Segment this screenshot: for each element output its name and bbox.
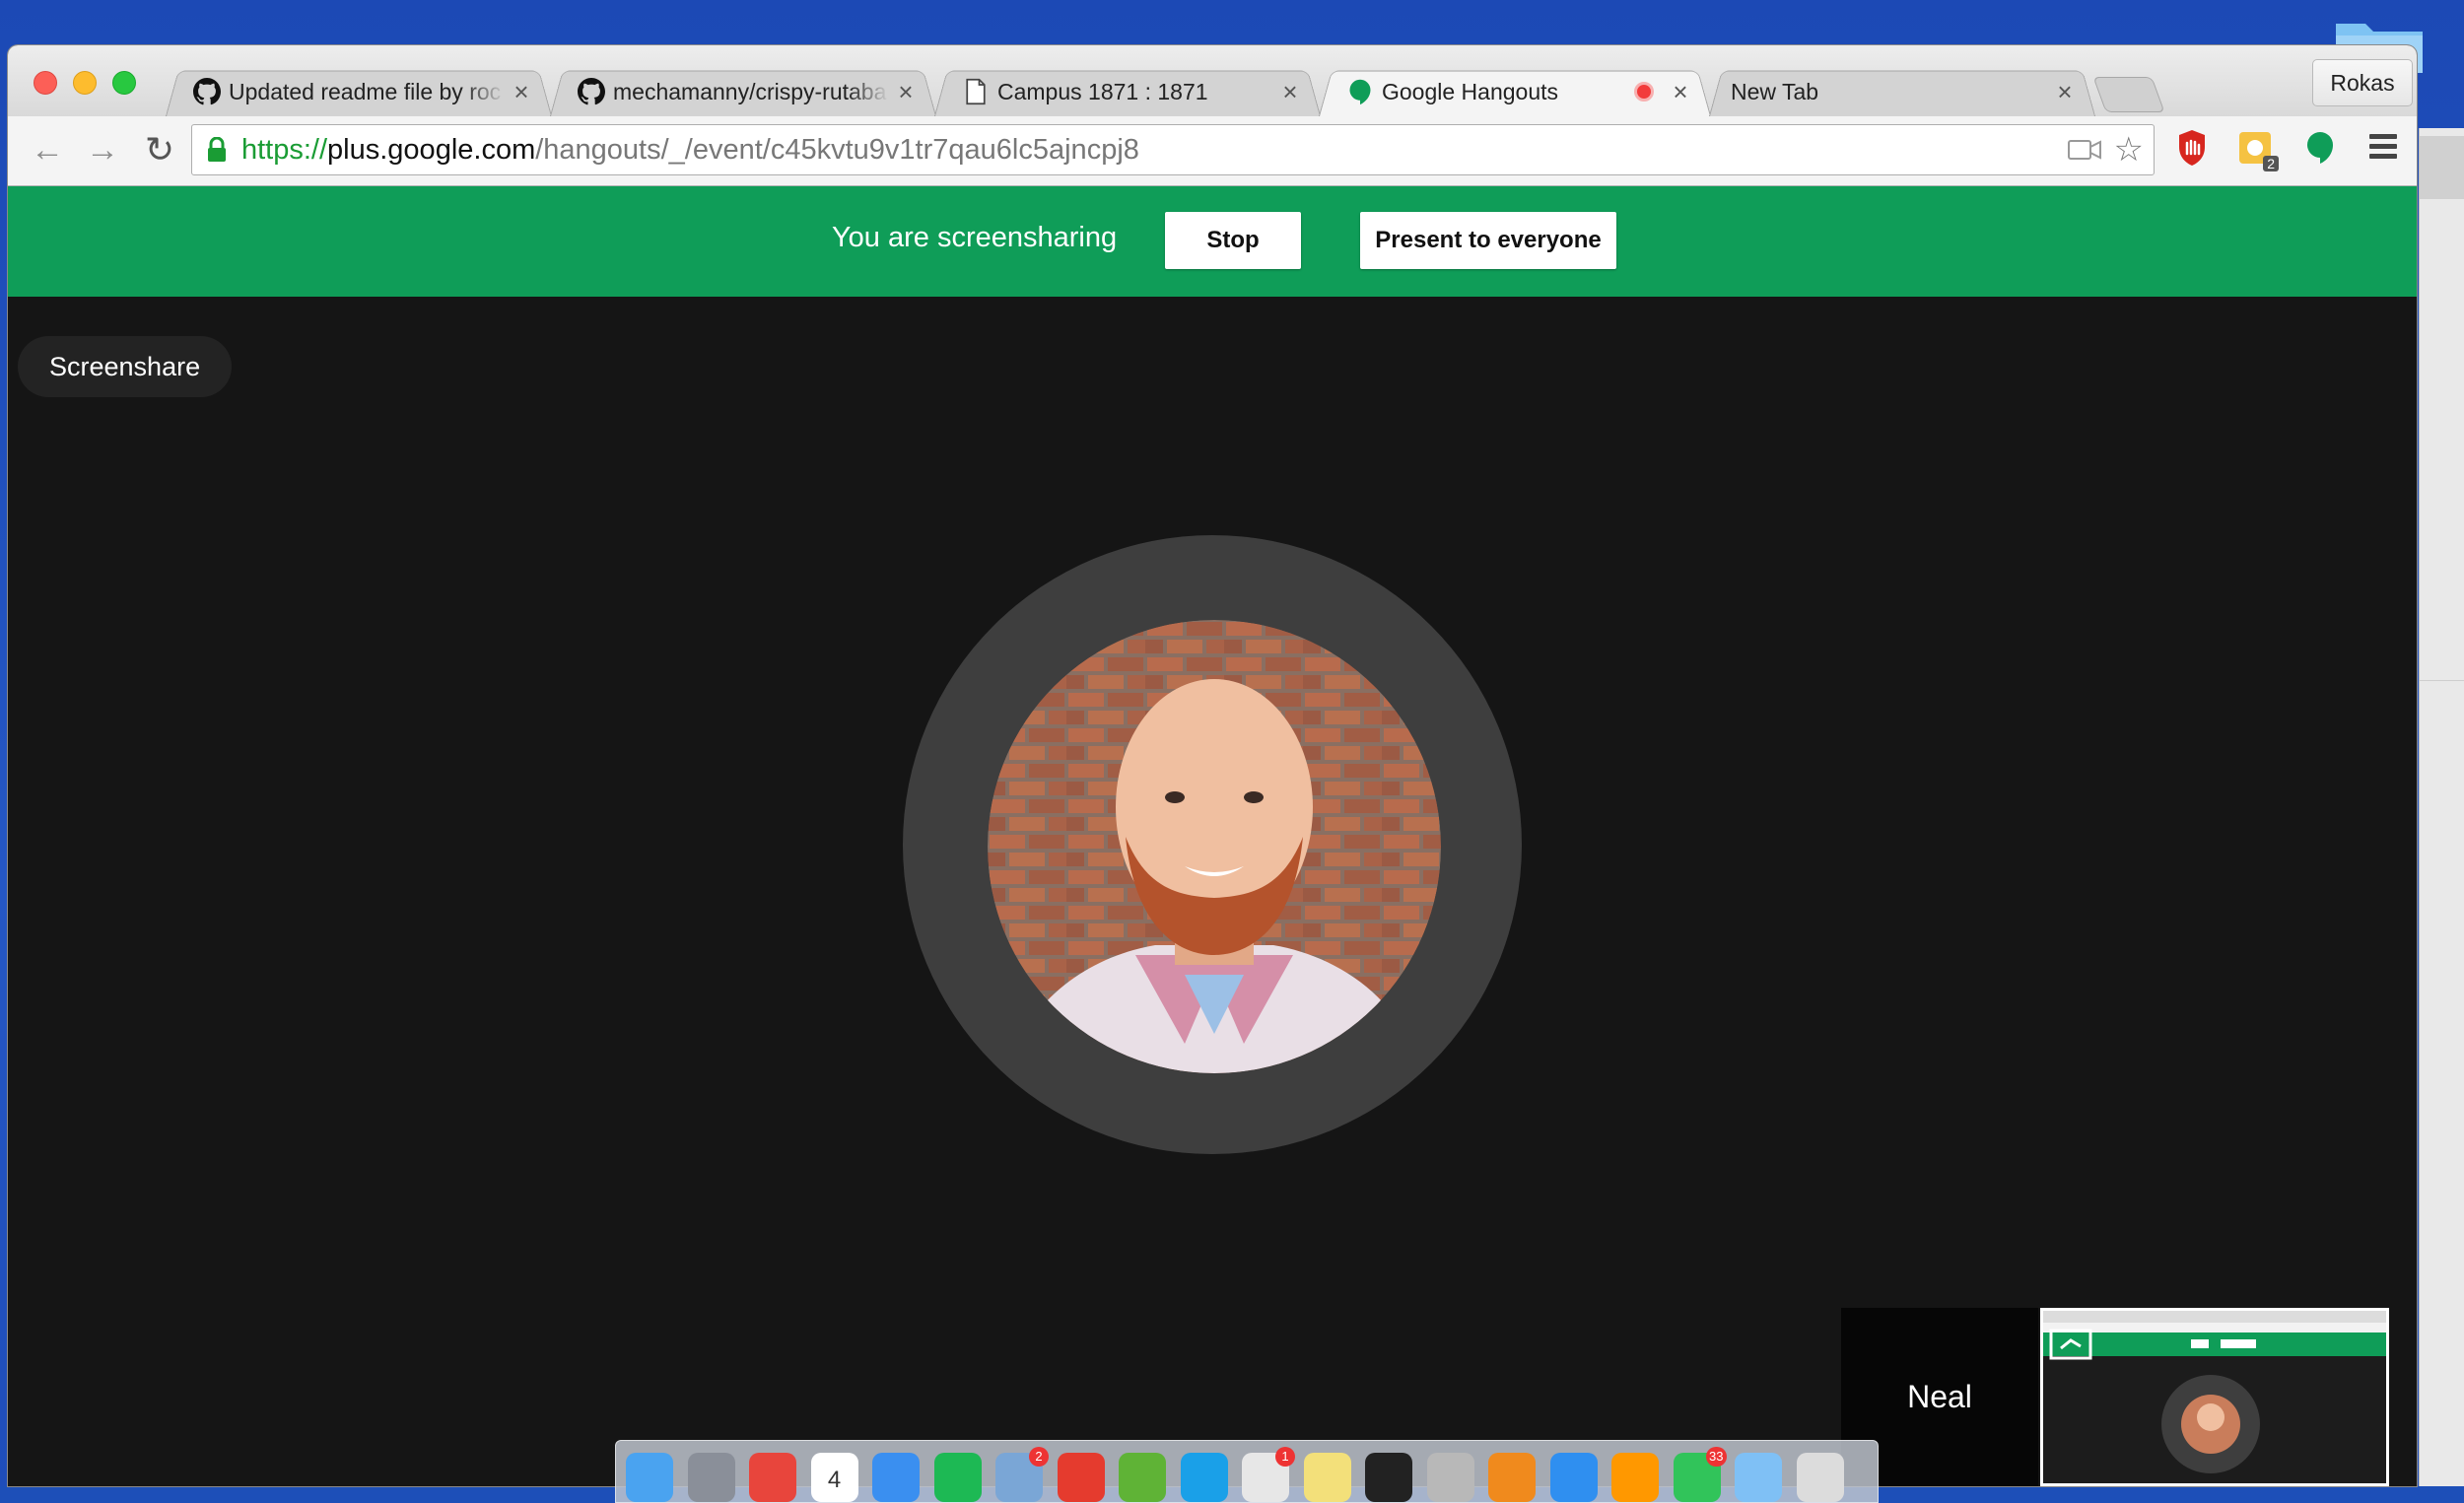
sublime-icon[interactable] [1611,1453,1659,1502]
reload-icon[interactable]: ↻ [140,130,179,170]
menu-icon[interactable] [2369,134,2397,162]
new-tab-button[interactable] [2092,77,2165,112]
github-icon [578,78,605,105]
tab-google-hangouts[interactable]: Google Hangouts × [1319,67,1711,116]
terminal-icon[interactable] [1365,1453,1412,1502]
notification-badge: 2 [1029,1447,1049,1467]
avatar [988,620,1441,1073]
self-preview-thumbnail[interactable] [2040,1308,2389,1486]
tab-title: Campus 1871 : 1871 [997,78,1208,104]
calculator-icon[interactable] [1426,1453,1474,1502]
chrome-icon[interactable] [749,1453,796,1502]
preview-icon[interactable]: 2 [995,1447,1049,1502]
notes-icon[interactable] [1303,1453,1351,1502]
profile-button[interactable]: Rokas [2312,59,2413,106]
tab-strip: Updated readme file by roc × mechamanny/… [8,45,2417,116]
safari-icon[interactable] [1549,1453,1598,1502]
notification-badge: 1 [1275,1447,1295,1467]
vlc-icon[interactable] [1488,1453,1536,1502]
tab-campus-1871[interactable]: Campus 1871 : 1871 × [934,67,1321,116]
trash-icon[interactable] [1796,1453,1844,1502]
window-minimize-button[interactable] [73,71,97,95]
tab-new-tab[interactable]: New Tab × [1709,67,2095,116]
tab-close-button[interactable]: × [2048,77,2082,107]
bookmark-star-icon[interactable]: ☆ [2114,133,2144,167]
calendar-icon[interactable]: 4 [810,1453,858,1502]
tab-crispy-rutabaga[interactable]: mechamanny/crispy-rutaba × [550,67,936,116]
tab-close-button[interactable]: × [1273,77,1307,107]
launchpad-icon[interactable] [687,1453,735,1502]
tab-close-button[interactable]: × [505,77,538,107]
window-close-button[interactable] [34,71,57,95]
facetime-icon[interactable]: 33 [1673,1447,1727,1502]
browser-toolbar: ← → ↻ https://plus.google.com/hangouts/_… [8,116,2417,186]
hangouts-icon[interactable] [2300,128,2340,168]
tomato-icon[interactable] [1057,1453,1105,1502]
evernote-icon[interactable] [1119,1453,1166,1502]
tab-title: mechamanny/crispy-rutaba [613,78,887,104]
tab-close-button[interactable]: × [1664,77,1697,107]
stop-hand-icon[interactable] [2172,128,2212,168]
lock-icon [208,137,226,162]
address-bar[interactable]: https://plus.google.com/hangouts/_/event… [191,124,2155,175]
skype-icon[interactable] [1180,1453,1228,1502]
document-icon [966,78,986,105]
tab-title: Updated readme file by roc [229,78,502,104]
calendar-day-label: 4 [827,1467,842,1493]
tab-title: New Tab [1731,78,1819,104]
tab-close-button[interactable]: × [889,77,923,107]
screenshare-message: You are screensharing [832,222,1118,253]
stop-button[interactable]: Stop [1165,212,1301,269]
url-text: https://plus.google.com/hangouts/_/event… [241,134,1139,166]
github-icon [193,78,221,105]
notification-badge: 33 [1706,1447,1727,1467]
browser-window: Updated readme file by roc × mechamanny/… [8,45,2417,1486]
forward-arrow-icon[interactable]: → [83,130,122,170]
present-to-everyone-button[interactable]: Present to everyone [1360,212,1616,269]
messages-icon[interactable] [872,1453,920,1502]
back-arrow-icon[interactable]: ← [28,130,67,170]
finder-icon[interactable] [626,1453,673,1502]
tab-title: Google Hangouts [1382,78,1559,104]
screenshare-banner: You are screensharing Stop Present to ev… [8,186,2417,297]
hangout-page: You are screensharing Stop Present to ev… [8,186,2417,1486]
folder-icon[interactable] [1735,1453,1782,1502]
hangouts-icon [1349,79,1371,105]
background-window-edge [2419,128,2464,1486]
spotify-icon[interactable] [933,1453,982,1502]
extension-badge: 2 [2263,156,2279,171]
camera-blocked-icon[interactable] [2067,137,2102,163]
tab-readme[interactable]: Updated readme file by roc × [166,67,552,116]
recording-indicator-icon [1634,82,1654,102]
window-zoom-button[interactable] [112,71,136,95]
macos-dock: 4 2 1 33 [615,1440,1879,1503]
slack-icon[interactable]: 1 [1242,1447,1295,1502]
gear-badge-icon[interactable]: 2 [2235,128,2279,171]
screenshare-chip[interactable]: Screenshare [18,336,233,397]
